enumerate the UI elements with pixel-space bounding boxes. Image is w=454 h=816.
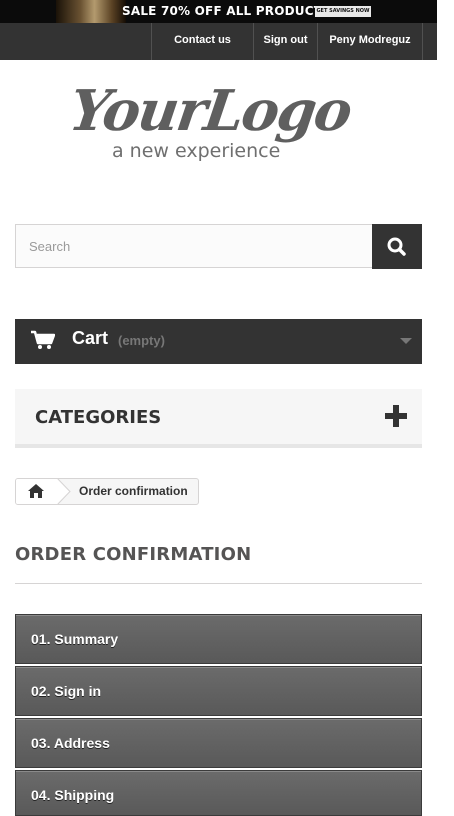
title-divider xyxy=(15,583,422,584)
step-label: 04. Shipping xyxy=(31,787,115,803)
cart-icon xyxy=(31,330,55,349)
promo-image xyxy=(56,0,126,23)
promo-text: SALE 70% OFF ALL PRODUCTS xyxy=(122,4,331,18)
site-logo[interactable]: YourLogo a new experience xyxy=(65,78,360,170)
promo-banner[interactable]: SALE 70% OFF ALL PRODUCTS GET SAVINGS NO… xyxy=(0,0,437,23)
promo-cta-button[interactable]: GET SAVINGS NOW xyxy=(315,6,371,17)
search-input[interactable] xyxy=(15,224,372,268)
step-summary[interactable]: 01. Summary xyxy=(15,614,422,664)
step-address[interactable]: 03. Address xyxy=(15,718,422,768)
breadcrumb: Order confirmation xyxy=(15,478,199,505)
page-title: ORDER CONFIRMATION xyxy=(15,544,252,565)
search-icon xyxy=(387,237,406,256)
contact-us-link[interactable]: Contact us xyxy=(151,23,253,60)
step-label: 01. Summary xyxy=(31,631,119,647)
breadcrumb-current: Order confirmation xyxy=(79,484,188,498)
logo-tagline: a new experience xyxy=(112,140,281,162)
step-sign-in[interactable]: 02. Sign in xyxy=(15,666,422,716)
chevron-down-icon[interactable] xyxy=(399,337,413,346)
step-label: 03. Address xyxy=(31,735,110,751)
top-nav-bar: Contact us Sign out Peny Modreguz xyxy=(0,23,437,60)
categories-title: CATEGORIES xyxy=(35,407,162,428)
home-icon xyxy=(28,484,44,498)
breadcrumb-home[interactable] xyxy=(16,479,58,504)
cart-label: Cart xyxy=(72,328,109,348)
sign-out-link[interactable]: Sign out xyxy=(253,23,317,60)
step-label: 02. Sign in xyxy=(31,683,102,699)
step-shipping[interactable]: 04. Shipping xyxy=(15,770,422,816)
categories-block[interactable]: CATEGORIES xyxy=(15,389,422,448)
cart-status: (empty) xyxy=(118,333,165,348)
plus-icon[interactable] xyxy=(385,405,407,427)
account-link[interactable]: Peny Modreguz xyxy=(317,23,423,60)
cart-block[interactable]: Cart (empty) xyxy=(15,319,422,364)
logo-wordmark: YourLogo xyxy=(65,78,355,144)
breadcrumb-separator xyxy=(56,479,71,504)
search-button[interactable] xyxy=(372,224,422,269)
